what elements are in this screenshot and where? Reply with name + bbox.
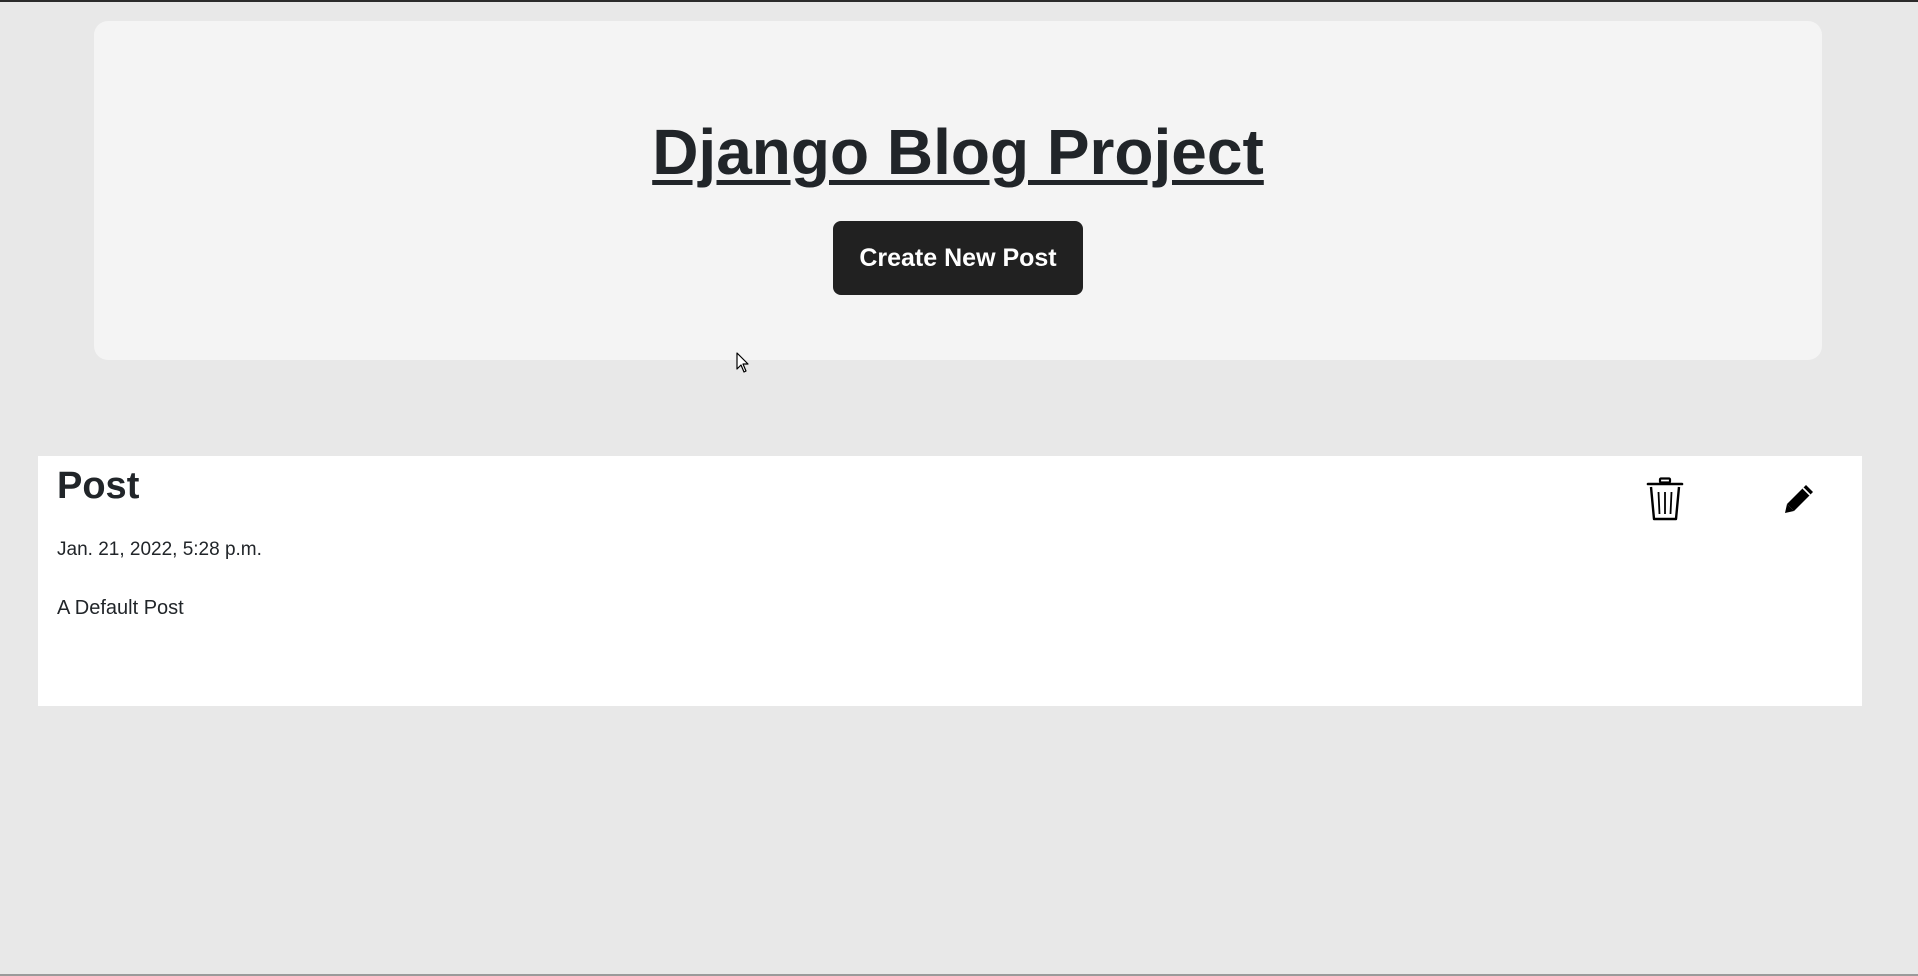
edit-post-button[interactable] <box>1771 472 1827 526</box>
mouse-cursor-icon <box>736 352 749 373</box>
post-date: Jan. 21, 2022, 5:28 p.m. <box>57 539 262 560</box>
post-body: A Default Post <box>57 597 184 619</box>
pencil-icon <box>1785 485 1813 513</box>
post-card: Post Jan. 21, 2022, 5:28 p.m. A Default … <box>38 456 1862 706</box>
site-title-link[interactable]: Django Blog Project <box>94 113 1822 191</box>
header-card: Django Blog Project Create New Post <box>94 21 1822 360</box>
post-title: Post <box>57 465 140 507</box>
delete-post-button[interactable] <box>1635 472 1695 526</box>
create-new-post-button[interactable]: Create New Post <box>833 221 1083 295</box>
trash-icon <box>1646 477 1684 521</box>
